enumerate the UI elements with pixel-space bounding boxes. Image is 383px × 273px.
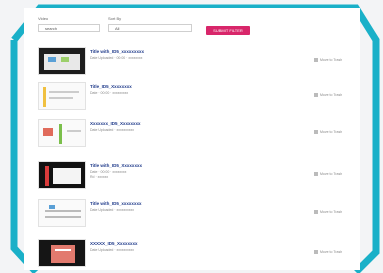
video-meta: Date · 00:00 · xxxxxxxx: [90, 170, 127, 174]
video-row[interactable]: Title with_ID5_Xxxxxxxx Date · 00:00 · x…: [38, 159, 368, 193]
video-title[interactable]: Title with_ID5_Xxxxxxxx: [90, 163, 142, 168]
video-row[interactable]: Title_ID5_Xxxxxxxx Date · 00:00 · xxxxxx…: [38, 80, 368, 114]
video-meta: Date · 00:00 · xxxxxxxxx: [90, 91, 129, 95]
video-meta: Date Uploaded · 00:00 · xxxxxxxx: [90, 56, 143, 60]
trash-icon: [314, 250, 318, 255]
video-thumbnail[interactable]: [38, 47, 86, 75]
video-row[interactable]: XXXXX_ID5_Xxxxxxxx Date Uploaded · xxxxx…: [38, 237, 368, 271]
video-row[interactable]: Title with_ID5_xxxxxxxx Date Uploaded · …: [38, 197, 368, 231]
video-thumbnail[interactable]: [38, 119, 86, 147]
trash-icon: [314, 210, 318, 215]
video-filter-input[interactable]: search: [38, 24, 100, 32]
move-to-trash-link[interactable]: Move to Trash: [314, 58, 342, 63]
video-thumbnail[interactable]: [38, 161, 86, 189]
video-row[interactable]: Title with_ID5_xxxxxxxxx Date Uploaded ·…: [38, 45, 368, 79]
video-title[interactable]: Title_ID5_Xxxxxxxx: [90, 84, 132, 89]
video-title[interactable]: Title with_ID5_xxxxxxxx: [90, 201, 141, 206]
move-to-trash-link[interactable]: Move to Trash: [314, 130, 342, 135]
move-to-trash-link[interactable]: Move to Trash: [314, 172, 342, 177]
trash-icon: [314, 172, 318, 177]
move-to-trash-link[interactable]: Move to Trash: [314, 93, 342, 98]
sort-filter-select[interactable]: All: [108, 24, 192, 32]
video-meta-secondary: Rd · xxxxxx: [90, 175, 109, 179]
video-thumbnail[interactable]: [38, 199, 86, 227]
video-filter-label: Video: [38, 16, 49, 21]
submit-filter-button[interactable]: SUBMIT FILTER: [206, 26, 250, 35]
move-to-trash-link[interactable]: Move to Trash: [314, 210, 342, 215]
video-meta: Date Uploaded · xxxxxxxxxx: [90, 248, 134, 252]
move-to-trash-link[interactable]: Move to Trash: [314, 250, 342, 255]
video-meta: Date Uploaded · xxxxxxxxxx: [90, 128, 134, 132]
video-title[interactable]: Title with_ID5_xxxxxxxxx: [90, 49, 144, 54]
video-meta: Date Uploaded · xxxxxxxxxx: [90, 208, 134, 212]
video-thumbnail[interactable]: [38, 82, 86, 110]
video-title[interactable]: XXXXX_ID5_Xxxxxxxx: [90, 241, 138, 246]
sort-filter-label: Sort By: [108, 16, 122, 21]
trash-icon: [314, 130, 318, 135]
trash-icon: [314, 58, 318, 63]
video-thumbnail[interactable]: [38, 239, 86, 267]
video-row[interactable]: Xxxxxxx_ID5_Xxxxxxxx Date Uploaded · xxx…: [38, 117, 368, 151]
trash-icon: [314, 93, 318, 98]
video-title[interactable]: Xxxxxxx_ID5_Xxxxxxxx: [90, 121, 141, 126]
